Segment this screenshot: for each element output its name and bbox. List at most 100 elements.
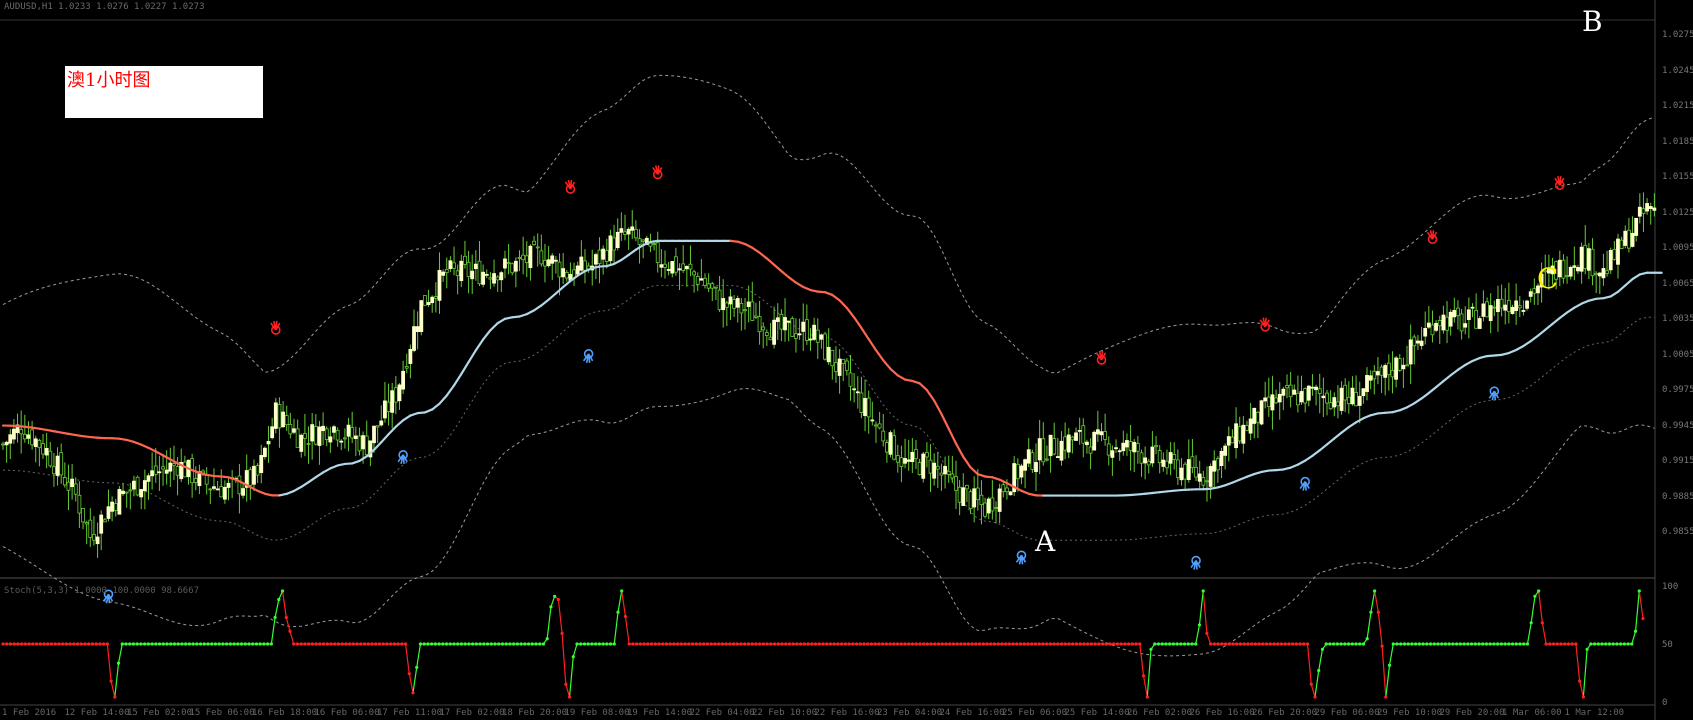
osc-point	[1302, 642, 1306, 646]
ma-segment	[649, 239, 659, 244]
osc-point	[1067, 642, 1071, 646]
osc-point	[1000, 642, 1004, 646]
candle-body	[252, 465, 256, 485]
top-fractal-icon	[1095, 350, 1107, 365]
osc-point	[426, 642, 430, 646]
candle-body	[372, 425, 376, 444]
osc-point	[959, 642, 963, 646]
price-tick-label: 1.0185	[1662, 136, 1693, 147]
ma-segment	[940, 412, 950, 430]
osc-point	[1156, 642, 1161, 646]
ma-segment	[1253, 470, 1263, 476]
osc-point	[769, 642, 773, 646]
candle-body	[503, 258, 507, 269]
candle-body	[1237, 426, 1242, 442]
ma-segment	[882, 359, 892, 370]
ma-segment	[1362, 414, 1372, 420]
osc-point	[482, 642, 486, 646]
candle-body	[441, 271, 446, 276]
candle-body	[714, 286, 718, 289]
osc-point	[46, 642, 50, 646]
osc-point	[385, 642, 389, 646]
candle-body	[1274, 397, 1278, 404]
osc-point	[1123, 642, 1127, 646]
candle-body	[1241, 424, 1246, 444]
osc-point	[1298, 642, 1302, 646]
ma-segment	[307, 476, 317, 484]
osc-point	[444, 642, 449, 646]
osc-point	[1186, 642, 1190, 646]
osc-point	[981, 642, 985, 646]
osc-point	[105, 642, 109, 646]
osc-point	[564, 682, 568, 686]
ma-segment	[125, 438, 136, 444]
candle-body	[1168, 452, 1173, 464]
osc-point	[608, 642, 613, 646]
osc-point	[1350, 642, 1354, 646]
candle-body	[1055, 456, 1060, 458]
candle-body	[866, 397, 871, 418]
osc-point	[1283, 642, 1287, 646]
candle-body	[1525, 300, 1529, 309]
osc-point	[266, 642, 270, 646]
osc-segment	[281, 590, 287, 618]
osc-point	[262, 642, 266, 646]
ma-segment	[547, 292, 557, 301]
time-tick-label: 12 Feb 14:00	[64, 708, 130, 718]
candle-body	[81, 507, 85, 523]
osc-point	[1384, 695, 1388, 699]
osc-point	[113, 695, 117, 699]
candle-body	[66, 481, 71, 491]
candle-body	[1470, 306, 1475, 309]
osc-segment	[1388, 643, 1394, 666]
osc-point	[321, 642, 326, 646]
candle-body	[1612, 248, 1617, 260]
osc-point	[746, 642, 751, 646]
candle-body	[153, 465, 158, 475]
osc-point	[1127, 642, 1131, 646]
ma-segment	[998, 478, 1009, 485]
candle-body	[957, 486, 962, 503]
candle-body	[775, 317, 780, 322]
osc-point	[1611, 642, 1615, 646]
osc-point	[1544, 642, 1548, 646]
osc-segment	[546, 606, 552, 639]
osc-point	[1037, 642, 1041, 646]
candle-body	[1157, 450, 1162, 464]
price-tick-label: 1.0155	[1662, 172, 1693, 182]
candle-body	[1605, 270, 1609, 274]
candle-body	[903, 458, 907, 464]
osc-point	[1108, 642, 1112, 646]
osc-point	[1190, 642, 1194, 646]
candle-body	[324, 428, 329, 440]
candle-body	[1532, 288, 1537, 294]
osc-point	[206, 642, 210, 646]
time-tick-label: 1 Feb 2016	[2, 708, 57, 718]
top-fractal-icon	[564, 179, 576, 194]
osc-point	[1026, 642, 1030, 646]
osc-point	[642, 642, 646, 646]
candle-body	[1310, 386, 1315, 389]
osc-point	[1238, 642, 1243, 646]
osc-point	[653, 642, 657, 646]
candle-body	[117, 489, 122, 515]
ma-segment	[758, 251, 768, 260]
candle-body	[1070, 436, 1075, 441]
ma-segment	[773, 263, 783, 273]
ma-segment	[52, 430, 63, 434]
ma-segment	[1304, 454, 1314, 462]
annotation-box: 澳1小时图	[65, 66, 263, 118]
osc-point	[258, 642, 262, 646]
time-tick-label: 17 Feb 02:00	[439, 708, 505, 718]
candle-body	[492, 273, 496, 284]
candle-body	[1132, 441, 1137, 453]
osc-point	[825, 642, 829, 646]
candle-body	[1023, 459, 1027, 471]
candle-body	[452, 262, 456, 269]
ma-segment	[60, 431, 70, 435]
ma-segment	[1224, 481, 1234, 487]
candle-body	[1586, 248, 1591, 271]
osc-point	[1440, 642, 1444, 646]
osc-point	[854, 642, 859, 646]
osc-point	[5, 642, 9, 646]
